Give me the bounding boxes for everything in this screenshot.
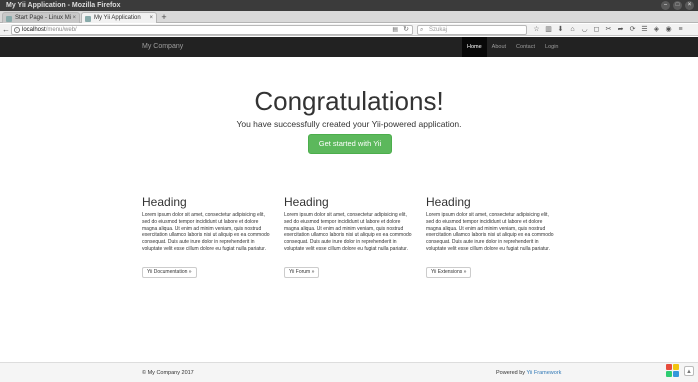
site-navbar: My Company Home About Contact Login xyxy=(0,37,698,57)
reader-view-icon[interactable]: ▤ xyxy=(392,26,398,34)
yii-documentation-button[interactable]: Yii Documentation » xyxy=(142,267,197,278)
download-icon[interactable]: ⬇ xyxy=(556,25,565,35)
minimize-icon[interactable]: – xyxy=(661,1,670,10)
column-extensions: Heading Lorem ipsum dolor sit amet, cons… xyxy=(426,195,556,278)
browser-toolbar: ← i localhost/menu/web/ ▤ ↻ ⌕ Szukaj ☆ ▥… xyxy=(0,24,698,36)
footer-powered-by: Powered by Yii Framework xyxy=(496,363,561,382)
column-documentation: Heading Lorem ipsum dolor sit amet, cons… xyxy=(142,195,272,278)
site-brand[interactable]: My Company xyxy=(142,37,183,57)
column-heading: Heading xyxy=(426,195,471,209)
info-icon[interactable]: i xyxy=(14,27,20,33)
column-forum: Heading Lorem ipsum dolor sit amet, cons… xyxy=(284,195,414,278)
nav-about[interactable]: About xyxy=(487,37,511,57)
tab-strip: Start Page - Linux Mi × My Yii Applicati… xyxy=(0,11,698,23)
column-heading: Heading xyxy=(284,195,329,209)
search-icon: ⌕ xyxy=(420,27,424,33)
nav-home[interactable]: Home xyxy=(462,37,487,57)
reading-list-icon[interactable]: ☰ xyxy=(640,25,649,35)
jumbotron-title: Congratulations! xyxy=(254,86,444,116)
new-tab-icon[interactable]: + xyxy=(159,12,169,22)
tab-favicon-icon xyxy=(85,16,91,22)
search-input[interactable]: ⌕ Szukaj xyxy=(417,25,527,35)
url-bar[interactable]: i localhost/menu/web/ ▤ ↻ xyxy=(11,25,413,35)
toolbar-icons: ☆ ▥ ⬇ ⌂ ◡ ◻ ✂ ➦ ⟳ ☰ ◈ ◉ ≡ xyxy=(532,25,685,35)
tab-start-page[interactable]: Start Page - Linux Mi × xyxy=(2,12,80,23)
search-placeholder: Szukaj xyxy=(429,27,448,33)
yii-forum-button[interactable]: Yii Forum » xyxy=(284,267,320,278)
tab-label: Start Page - Linux Mi xyxy=(15,15,72,21)
column-text: Lorem ipsum dolor sit amet, consectetur … xyxy=(284,212,412,252)
back-arrow-icon[interactable]: ← xyxy=(1,25,11,35)
maximize-icon[interactable]: □ xyxy=(673,1,682,10)
tab-close-icon[interactable]: × xyxy=(149,13,153,23)
yii-extensions-button[interactable]: Yii Extensions » xyxy=(426,267,472,278)
profile-icon[interactable]: ◉ xyxy=(664,25,673,35)
library-icon[interactable]: ▥ xyxy=(544,25,553,35)
tab-close-icon[interactable]: × xyxy=(72,13,76,23)
bookmark-star-icon[interactable]: ☆ xyxy=(532,25,541,35)
yii-framework-link[interactable]: Yii Framework xyxy=(526,370,561,376)
footer-copyright: © My Company 2017 xyxy=(142,370,194,376)
column-text: Lorem ipsum dolor sit amet, consectetur … xyxy=(426,212,554,252)
screenshot-icon[interactable]: ✂ xyxy=(604,25,613,35)
site-menu: Home About Contact Login xyxy=(462,37,563,57)
hamburger-menu-icon[interactable]: ≡ xyxy=(676,25,685,35)
tab-favicon-icon xyxy=(6,16,12,22)
get-started-button[interactable]: Get started with Yii xyxy=(308,134,392,154)
window-controls: – □ × xyxy=(661,1,694,10)
scroll-up-icon[interactable]: ▲ xyxy=(684,366,694,376)
pocket-icon[interactable]: ◡ xyxy=(580,25,589,35)
column-heading: Heading xyxy=(142,195,187,209)
tab-label: My Yii Application xyxy=(94,15,141,21)
jumbotron-lead: You have successfully created your Yii-p… xyxy=(236,119,462,129)
sync-icon[interactable]: ⟳ xyxy=(628,25,637,35)
share-icon[interactable]: ➦ xyxy=(616,25,625,35)
tab-my-yii-application[interactable]: My Yii Application × xyxy=(81,12,157,23)
powered-prefix: Powered by xyxy=(496,370,527,376)
home-icon[interactable]: ⌂ xyxy=(568,25,577,35)
reload-icon[interactable]: ↻ xyxy=(403,26,409,34)
addon-icon[interactable]: ◈ xyxy=(652,25,661,35)
close-icon[interactable]: × xyxy=(685,1,694,10)
window-titlebar: My Yii Application - Mozilla Firefox – □… xyxy=(0,0,698,11)
nav-login[interactable]: Login xyxy=(540,37,563,57)
nav-contact[interactable]: Contact xyxy=(511,37,540,57)
url-path: /menu/web/ xyxy=(45,27,77,33)
chat-icon[interactable]: ◻ xyxy=(592,25,601,35)
yii-debug-logo-icon[interactable] xyxy=(666,364,680,378)
site-footer: © My Company 2017 Powered by Yii Framewo… xyxy=(0,362,698,382)
window-title: My Yii Application - Mozilla Firefox xyxy=(6,2,121,9)
url-host: localhost xyxy=(22,27,46,33)
column-text: Lorem ipsum dolor sit amet, consectetur … xyxy=(142,212,270,252)
